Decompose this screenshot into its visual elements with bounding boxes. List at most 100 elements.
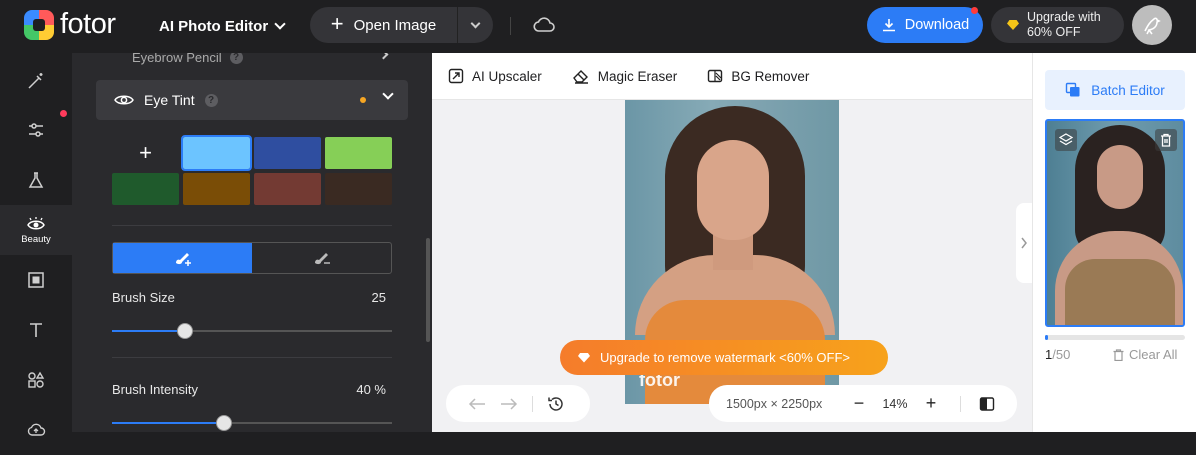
color-swatch[interactable] [183,173,250,205]
upgrade-text: Upgrade with 60% OFF [1027,10,1101,40]
chevron-down-icon [470,18,481,28]
rail-item-uploads[interactable] [0,405,72,455]
redo-arrow-icon[interactable] [500,397,518,411]
brush-plus-icon [175,253,191,266]
slider-fill [112,422,224,424]
notification-dot [971,7,978,14]
thumb-top [1065,259,1175,325]
download-icon [882,19,895,32]
section-title: Eye Tint [144,92,195,108]
brush-size-slider[interactable] [112,323,392,339]
eyebrow-pencil-row[interactable]: Eyebrow Pencil ? [96,53,408,67]
cloud-upload-icon [27,423,46,436]
rail-item-elements[interactable] [0,355,72,405]
section-divider [112,357,392,358]
zoom-level[interactable]: 14% [870,397,920,411]
batch-progress-fill [1045,335,1048,340]
download-button[interactable]: Download [867,7,983,43]
plus-icon: + [330,11,344,36]
slider-handle[interactable] [176,323,193,339]
help-icon: ? [229,53,243,64]
image-dimensions: 1500px × 2250px [726,396,823,411]
chevron-right-icon [1021,237,1027,249]
remove-watermark-banner[interactable]: Upgrade to remove watermark <60% OFF> [560,340,888,375]
trash-icon[interactable] [1155,129,1177,151]
user-avatar[interactable] [1132,5,1172,45]
color-swatch[interactable] [325,137,392,169]
color-swatch[interactable] [254,173,321,205]
modified-indicator-dot [360,97,366,103]
compare-icon[interactable] [979,396,995,412]
batch-layers-icon [1066,82,1080,97]
app-menu-dropdown[interactable]: AI Photo Editor [159,16,286,36]
promo-text: Upgrade to remove watermark <60% OFF> [600,350,850,365]
eye-beauty-icon [27,216,45,229]
pill-divider [960,395,961,412]
fotor-logo-icon[interactable] [24,10,54,40]
panel-scrollbar[interactable] [426,238,430,342]
image-count: 1/50 [1045,347,1070,362]
zoom-controls: 1500px × 2250px − 14% + [709,385,1017,422]
flask-effects-icon [28,172,44,188]
photo-face [697,140,769,240]
add-color-button[interactable]: + [112,137,179,169]
slider-handle[interactable] [216,415,232,431]
color-swatch[interactable] [254,137,321,169]
bg-remover-label: BG Remover [731,68,810,84]
logo-text[interactable]: fotor [60,8,116,41]
rail-item-beauty[interactable]: Beauty [0,205,72,255]
elements-shapes-icon [28,371,45,388]
rail-item-adjust[interactable] [0,105,72,155]
ai-upscaler-label: AI Upscaler [472,68,542,84]
color-swatch[interactable] [325,173,392,205]
upgrade-button[interactable]: Upgrade with 60% OFF [991,7,1124,43]
batch-progress-bar [1045,335,1185,340]
rail-item-effects[interactable] [0,155,72,205]
zoom-out-button[interactable]: − [848,393,870,414]
quick-tools-toolbar: AI Upscaler Magic Eraser BG Remover [432,53,1032,100]
adjust-sliders-icon [29,123,43,137]
brush-add-button[interactable] [113,243,252,273]
layers-icon[interactable] [1055,129,1077,151]
app-menu-label: AI Photo Editor [159,17,269,35]
clear-all-label: Clear All [1129,347,1178,362]
color-swatch[interactable] [112,173,179,205]
brush-size-value: 25 [371,290,386,305]
eraser-icon [572,70,588,84]
eye-tint-section-header[interactable]: Eye Tint ? [96,80,408,120]
undo-arrow-icon[interactable] [468,397,486,411]
beauty-settings-panel: Eyebrow Pencil ? Eye Tint ? + Brush Size… [72,53,432,432]
diamond-icon [578,352,590,363]
batch-editor-button[interactable]: Batch Editor [1045,70,1185,110]
brush-size-label: Brush Size [112,290,175,305]
batch-editor-label: Batch Editor [1091,82,1165,98]
brush-erase-button[interactable] [252,243,391,273]
clear-all-button[interactable]: Clear All [1113,347,1177,362]
toolbar-divider [510,17,511,35]
bg-remover-tool[interactable]: BG Remover [707,68,809,84]
upgrade-line-2: 60% OFF [1027,25,1081,39]
ai-upscaler-tool[interactable]: AI Upscaler [448,68,542,84]
open-image-button[interactable]: + Open Image [310,7,457,43]
rail-item-ai-tools[interactable] [0,56,72,106]
rail-label-beauty: Beauty [21,233,51,245]
cloud-icon[interactable] [532,15,556,35]
expand-right-panel-handle[interactable] [1016,203,1032,283]
color-swatch-grid: + [112,135,392,205]
thumb-face [1097,145,1143,209]
brush-intensity-slider[interactable] [112,415,392,431]
magic-eraser-tool[interactable]: Magic Eraser [572,68,677,84]
rail-item-text[interactable] [0,305,72,355]
slider-fill [112,330,185,332]
zoom-in-button[interactable]: + [920,393,942,414]
rail-item-frames[interactable] [0,255,72,305]
image-thumbnail[interactable] [1045,119,1185,327]
open-image-dropdown[interactable] [457,7,493,43]
help-icon[interactable]: ? [204,93,218,107]
layers-glyph [1059,133,1073,146]
history-clock-icon[interactable] [547,395,565,413]
bg-remover-icon [708,69,723,83]
color-swatch[interactable] [181,135,252,171]
chevron-down-icon [382,88,394,100]
history-controls [446,385,590,422]
